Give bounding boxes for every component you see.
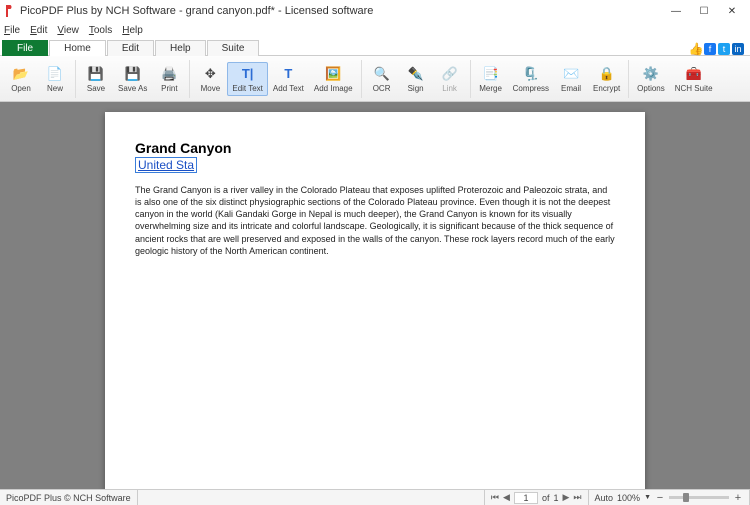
edit-text-icon: T| (239, 65, 257, 83)
tab-help[interactable]: Help (155, 40, 206, 56)
linkedin-icon[interactable]: in (732, 43, 744, 55)
tab-suite[interactable]: Suite (207, 40, 260, 56)
page-last-button[interactable]: ⏭ (573, 492, 581, 503)
zoom-label: Auto (595, 493, 614, 503)
menu-edit[interactable]: Edit (30, 25, 47, 36)
page-total: 1 (553, 493, 558, 503)
open-button[interactable]: 📂Open (4, 62, 38, 96)
edit-text-button[interactable]: T|Edit Text (227, 62, 268, 96)
page-sep: of (542, 493, 550, 503)
facebook-icon[interactable]: f (704, 43, 716, 55)
page-first-button[interactable]: ⏮ (491, 492, 499, 503)
options-icon: ⚙️ (642, 65, 660, 83)
toolbar: 📂Open 📄New 💾Save 💾Save As 🖨️Print ✥Move … (0, 56, 750, 102)
encrypt-icon: 🔒 (598, 65, 616, 83)
zoom-value: 100% (617, 493, 640, 503)
save-as-icon: 💾 (124, 65, 142, 83)
add-image-icon: 🖼️ (324, 65, 342, 83)
compress-button[interactable]: 🗜️Compress (508, 62, 554, 96)
ribbon-tabs: File Home Edit Help Suite 👍 f t in (0, 38, 750, 56)
add-text-icon: T (279, 65, 297, 83)
page-navigator: ⏮ ◀ 1 of 1 ▶ ⏭ (485, 490, 589, 505)
nch-suite-button[interactable]: 🧰NCH Suite (670, 62, 718, 96)
open-icon: 📂 (12, 65, 30, 83)
maximize-button[interactable]: ☐ (690, 2, 718, 20)
statusbar: PicoPDF Plus © NCH Software ⏮ ◀ 1 of 1 ▶… (0, 489, 750, 505)
tab-file[interactable]: File (2, 40, 48, 56)
encrypt-button[interactable]: 🔒Encrypt (588, 62, 625, 96)
zoom-slider[interactable] (669, 496, 729, 499)
zoom-control: Auto 100% ▼ − + (589, 490, 750, 505)
page-number-input[interactable]: 1 (514, 492, 538, 504)
close-button[interactable]: ✕ (718, 2, 746, 20)
page-prev-button[interactable]: ◀ (503, 492, 510, 503)
move-button[interactable]: ✥Move (193, 62, 227, 96)
new-icon: 📄 (46, 65, 64, 83)
app-icon (4, 5, 16, 17)
link-button[interactable]: 🔗Link (433, 62, 467, 96)
menu-file[interactable]: File (4, 25, 20, 36)
menu-tools[interactable]: Tools (89, 25, 112, 36)
window-title: PicoPDF Plus by NCH Software - grand can… (20, 5, 662, 17)
document-title: Grand Canyon (135, 140, 615, 156)
save-as-button[interactable]: 💾Save As (113, 62, 152, 96)
like-icon[interactable]: 👍 (690, 43, 702, 55)
save-button[interactable]: 💾Save (79, 62, 113, 96)
sign-icon: ✒️ (407, 65, 425, 83)
new-button[interactable]: 📄New (38, 62, 72, 96)
document-body: The Grand Canyon is a river valley in th… (135, 184, 615, 257)
merge-icon: 📑 (482, 65, 500, 83)
print-button[interactable]: 🖨️Print (152, 62, 186, 96)
compress-icon: 🗜️ (522, 65, 540, 83)
add-image-button[interactable]: 🖼️Add Image (309, 62, 358, 96)
zoom-out-button[interactable]: − (655, 492, 665, 504)
email-icon: ✉️ (562, 65, 580, 83)
nch-suite-icon: 🧰 (685, 65, 703, 83)
menu-help[interactable]: Help (122, 25, 143, 36)
page-next-button[interactable]: ▶ (562, 492, 569, 503)
print-icon: 🖨️ (160, 65, 178, 83)
zoom-in-button[interactable]: + (733, 492, 743, 504)
ocr-button[interactable]: 🔍OCR (365, 62, 399, 96)
twitter-icon[interactable]: t (718, 43, 730, 55)
pdf-page[interactable]: Grand Canyon United Sta The Grand Canyon… (105, 112, 645, 489)
minimize-button[interactable]: — (662, 2, 690, 20)
tab-edit[interactable]: Edit (107, 40, 154, 56)
zoom-dropdown-icon[interactable]: ▼ (644, 494, 651, 501)
save-icon: 💾 (87, 65, 105, 83)
merge-button[interactable]: 📑Merge (474, 62, 508, 96)
add-text-button[interactable]: TAdd Text (268, 62, 309, 96)
document-workspace[interactable]: Grand Canyon United Sta The Grand Canyon… (0, 102, 750, 489)
ocr-icon: 🔍 (373, 65, 391, 83)
options-button[interactable]: ⚙️Options (632, 62, 670, 96)
status-copyright: PicoPDF Plus © NCH Software (0, 490, 138, 505)
document-subtitle-editing[interactable]: United Sta (135, 157, 197, 173)
menu-view[interactable]: View (57, 25, 79, 36)
sign-button[interactable]: ✒️Sign (399, 62, 433, 96)
titlebar: PicoPDF Plus by NCH Software - grand can… (0, 0, 750, 22)
email-button[interactable]: ✉️Email (554, 62, 588, 96)
move-icon: ✥ (201, 65, 219, 83)
link-icon: 🔗 (441, 65, 459, 83)
tab-home[interactable]: Home (49, 40, 106, 56)
menubar: File Edit View Tools Help (0, 22, 750, 38)
